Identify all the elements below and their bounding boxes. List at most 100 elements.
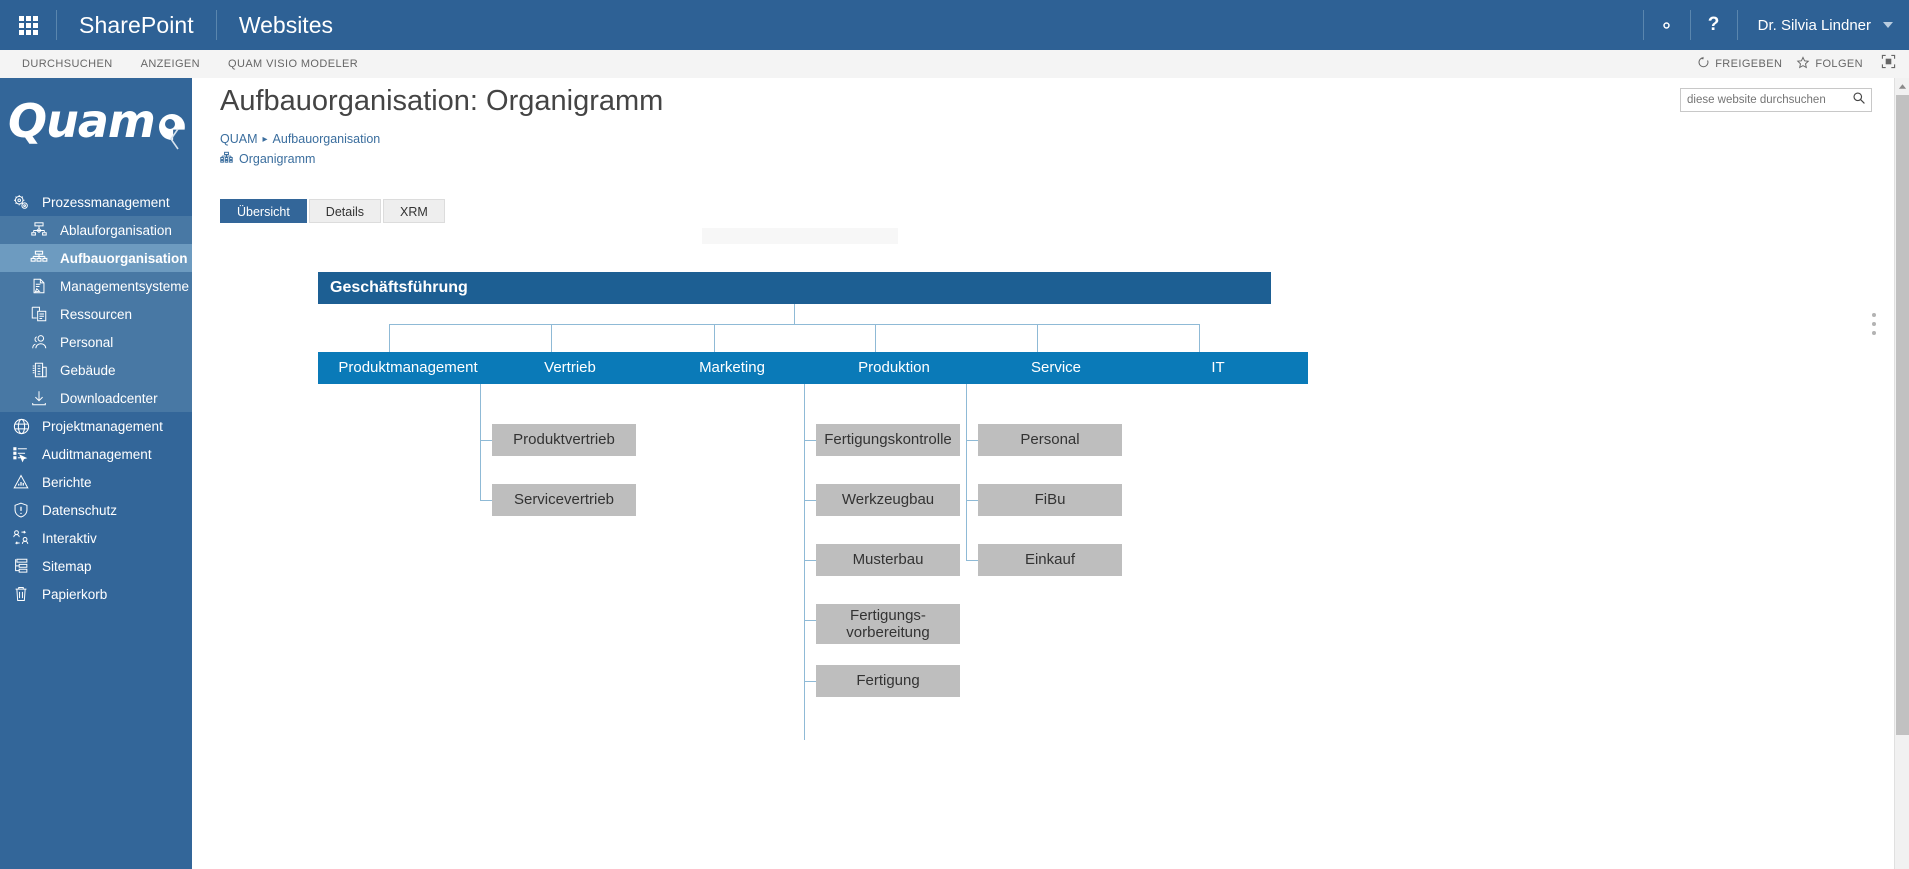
sidebar-item-managementsysteme[interactable]: Managementsysteme bbox=[0, 272, 192, 300]
breadcrumb: QUAM ▸ Aufbauorganisation bbox=[220, 132, 380, 146]
org-node-fertigungskontrolle[interactable]: Fertigungskontrolle bbox=[816, 424, 960, 456]
share-button[interactable]: FREIGEBEN bbox=[1697, 56, 1782, 72]
suite-bar: SharePoint Websites ? Dr. Silvia Lindner bbox=[0, 0, 1909, 50]
org-node-it[interactable]: IT bbox=[1128, 352, 1308, 384]
sidebar-item-ressourcen[interactable]: Ressourcen bbox=[0, 300, 192, 328]
sidebar-item-label: Personal bbox=[60, 334, 114, 350]
tab-xrm[interactable]: XRM bbox=[383, 199, 445, 223]
org-node-fertigungsvorbereitung[interactable]: Fertigungs- vorbereitung bbox=[816, 604, 960, 644]
tab-uebersicht[interactable]: Übersicht bbox=[220, 199, 307, 223]
help-button[interactable]: ? bbox=[1691, 0, 1737, 50]
sharepoint-brand-link[interactable]: SharePoint bbox=[57, 12, 216, 39]
sidebar-collapse-button[interactable] bbox=[160, 126, 190, 156]
sidebar-item-label: Datenschutz bbox=[42, 502, 118, 518]
left-navigation: Quam Prozessmanagement Ablauforganisatio… bbox=[0, 78, 192, 869]
ribbon-bar: DURCHSUCHEN ANZEIGEN QUAM VISIO MODELER … bbox=[0, 50, 1909, 78]
focus-on-content-button[interactable] bbox=[1877, 53, 1899, 75]
connector-produktion-to-fertigung bbox=[804, 681, 816, 682]
chevron-up-icon bbox=[1898, 77, 1907, 95]
sidebar-item-label: Ablauforganisation bbox=[60, 222, 172, 238]
sidebar-item-auditmanagement[interactable]: Auditmanagement bbox=[0, 440, 192, 468]
tab-details[interactable]: Details bbox=[308, 199, 382, 223]
connector-drop-vertrieb bbox=[551, 324, 552, 352]
gear-icon bbox=[1657, 16, 1676, 35]
connector-service-to-fibu bbox=[966, 500, 978, 501]
connector-drop-marketing bbox=[714, 324, 715, 352]
page-options-button[interactable] bbox=[1872, 313, 1876, 335]
sidebar-item-label: Projektmanagement bbox=[42, 418, 163, 434]
breadcrumb-separator-icon: ▸ bbox=[262, 133, 268, 145]
site-search[interactable] bbox=[1680, 88, 1872, 112]
sidebar-item-label: Berichte bbox=[42, 474, 92, 490]
focus-on-content-icon bbox=[1881, 54, 1896, 74]
sidebar-item-label: Ressourcen bbox=[60, 306, 133, 322]
org-node-vertrieb[interactable]: Vertrieb bbox=[480, 352, 660, 384]
scroll-thumb[interactable] bbox=[1896, 95, 1909, 735]
ribbon-actions: FREIGEBEN FOLGEN bbox=[1697, 53, 1909, 75]
connector-vertrieb-spine bbox=[480, 384, 481, 500]
chart-placeholder-block bbox=[702, 228, 898, 244]
sidebar-item-ablauforganisation[interactable]: Ablauforganisation bbox=[0, 216, 192, 244]
org-node-musterbau[interactable]: Musterbau bbox=[816, 544, 960, 576]
scroll-up-button[interactable] bbox=[1895, 78, 1909, 94]
sidebar-item-prozessmanagement[interactable]: Prozessmanagement bbox=[0, 188, 192, 216]
connector-root-down bbox=[794, 304, 795, 324]
search-button[interactable] bbox=[1847, 89, 1871, 111]
settings-button[interactable] bbox=[1644, 0, 1690, 50]
org-node-service[interactable]: Service bbox=[966, 352, 1146, 384]
search-input[interactable] bbox=[1681, 94, 1847, 106]
connector-produktion-to-fertigungsvorbereitung bbox=[804, 620, 816, 621]
sidebar-item-downloadcenter[interactable]: Downloadcenter bbox=[0, 384, 192, 412]
org-node-einkauf[interactable]: Einkauf bbox=[978, 544, 1122, 576]
org-node-geschaeftsfuehrung[interactable]: Geschäftsführung bbox=[318, 272, 1271, 304]
shield-icon bbox=[8, 499, 34, 521]
app-launcher-button[interactable] bbox=[0, 0, 56, 50]
connector-drop-produktion bbox=[875, 324, 876, 352]
org-node-produktmanagement[interactable]: Produktmanagement bbox=[318, 352, 498, 384]
follow-button[interactable]: FOLGEN bbox=[1796, 55, 1863, 73]
document-edit-icon bbox=[26, 275, 52, 297]
org-node-marketing[interactable]: Marketing bbox=[642, 352, 822, 384]
sidebar-item-berichte[interactable]: Berichte bbox=[0, 468, 192, 496]
connector-service-spine bbox=[966, 384, 967, 560]
sidebar-item-papierkorb[interactable]: Papierkorb bbox=[0, 580, 192, 608]
vertical-scrollbar[interactable] bbox=[1894, 78, 1909, 869]
org-chart: Geschäftsführung Produktmanagement Vertr… bbox=[192, 228, 1894, 848]
share-icon bbox=[1697, 56, 1710, 72]
sidebar-item-gebaeude[interactable]: Gebäude bbox=[0, 356, 192, 384]
org-chart-icon bbox=[26, 247, 52, 269]
sidebar-item-label: Aufbauorganisation bbox=[60, 250, 188, 266]
resources-icon bbox=[26, 303, 52, 325]
connector-service-to-einkauf bbox=[966, 560, 978, 561]
ribbon-tab-quam-visio-modeler[interactable]: QUAM VISIO MODELER bbox=[214, 50, 372, 78]
breadcrumb-item-aufbauorganisation[interactable]: Aufbauorganisation bbox=[273, 132, 381, 146]
sidebar-item-aufbauorganisation[interactable]: Aufbauorganisation bbox=[0, 244, 192, 272]
sidebar-item-sitemap[interactable]: Sitemap bbox=[0, 552, 192, 580]
sidebar-item-personal[interactable]: Personal bbox=[0, 328, 192, 356]
connector-produktion-to-werkzeugbau bbox=[804, 500, 816, 501]
sidebar-item-label: Sitemap bbox=[42, 558, 92, 574]
sitemap-icon bbox=[8, 555, 34, 577]
sidebar-item-datenschutz[interactable]: Datenschutz bbox=[0, 496, 192, 524]
organigramm-link[interactable]: Organigramm bbox=[220, 151, 315, 167]
org-node-produktvertrieb[interactable]: Produktvertrieb bbox=[492, 424, 636, 456]
ribbon-tab-durchsuchen[interactable]: DURCHSUCHEN bbox=[8, 50, 127, 78]
view-tabs: Übersicht Details XRM bbox=[220, 199, 447, 223]
sidebar-item-interaktiv[interactable]: Interaktiv bbox=[0, 524, 192, 552]
connector-produktion-spine bbox=[804, 384, 805, 740]
breadcrumb-item-quam[interactable]: QUAM bbox=[220, 132, 258, 146]
sidebar-item-projektmanagement[interactable]: Projektmanagement bbox=[0, 412, 192, 440]
org-node-fertigung[interactable]: Fertigung bbox=[816, 665, 960, 697]
sidebar-item-label: Managementsysteme bbox=[60, 278, 190, 294]
site-name-link[interactable]: Websites bbox=[217, 12, 355, 39]
org-node-servicevertrieb[interactable]: Servicevertrieb bbox=[492, 484, 636, 516]
connector-produktion-to-fertigungskontrolle bbox=[804, 440, 816, 441]
ribbon-tab-anzeigen[interactable]: ANZEIGEN bbox=[127, 50, 214, 78]
sidebar-item-label: Auditmanagement bbox=[42, 446, 152, 462]
user-menu-button[interactable]: Dr. Silvia Lindner bbox=[1738, 0, 1909, 50]
org-node-werkzeugbau[interactable]: Werkzeugbau bbox=[816, 484, 960, 516]
globe-icon bbox=[8, 415, 34, 437]
org-node-fibu[interactable]: FiBu bbox=[978, 484, 1122, 516]
org-node-personal[interactable]: Personal bbox=[978, 424, 1122, 456]
org-node-produktion[interactable]: Produktion bbox=[804, 352, 984, 384]
